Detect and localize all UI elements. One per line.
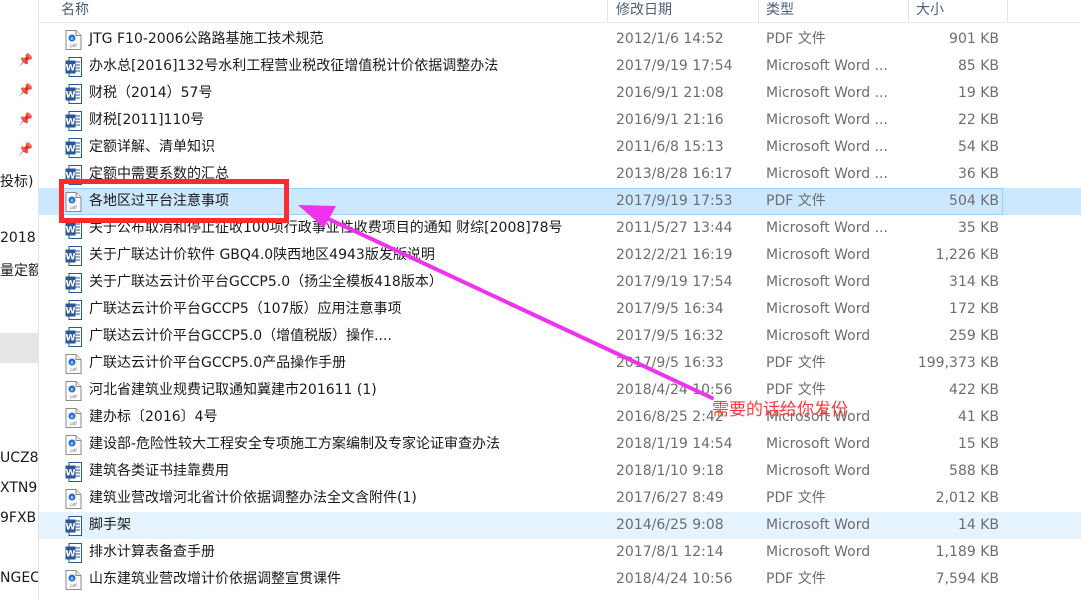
annotation-text: 需要的话给你发份 xyxy=(712,400,848,420)
annotation-arrow xyxy=(298,205,714,400)
